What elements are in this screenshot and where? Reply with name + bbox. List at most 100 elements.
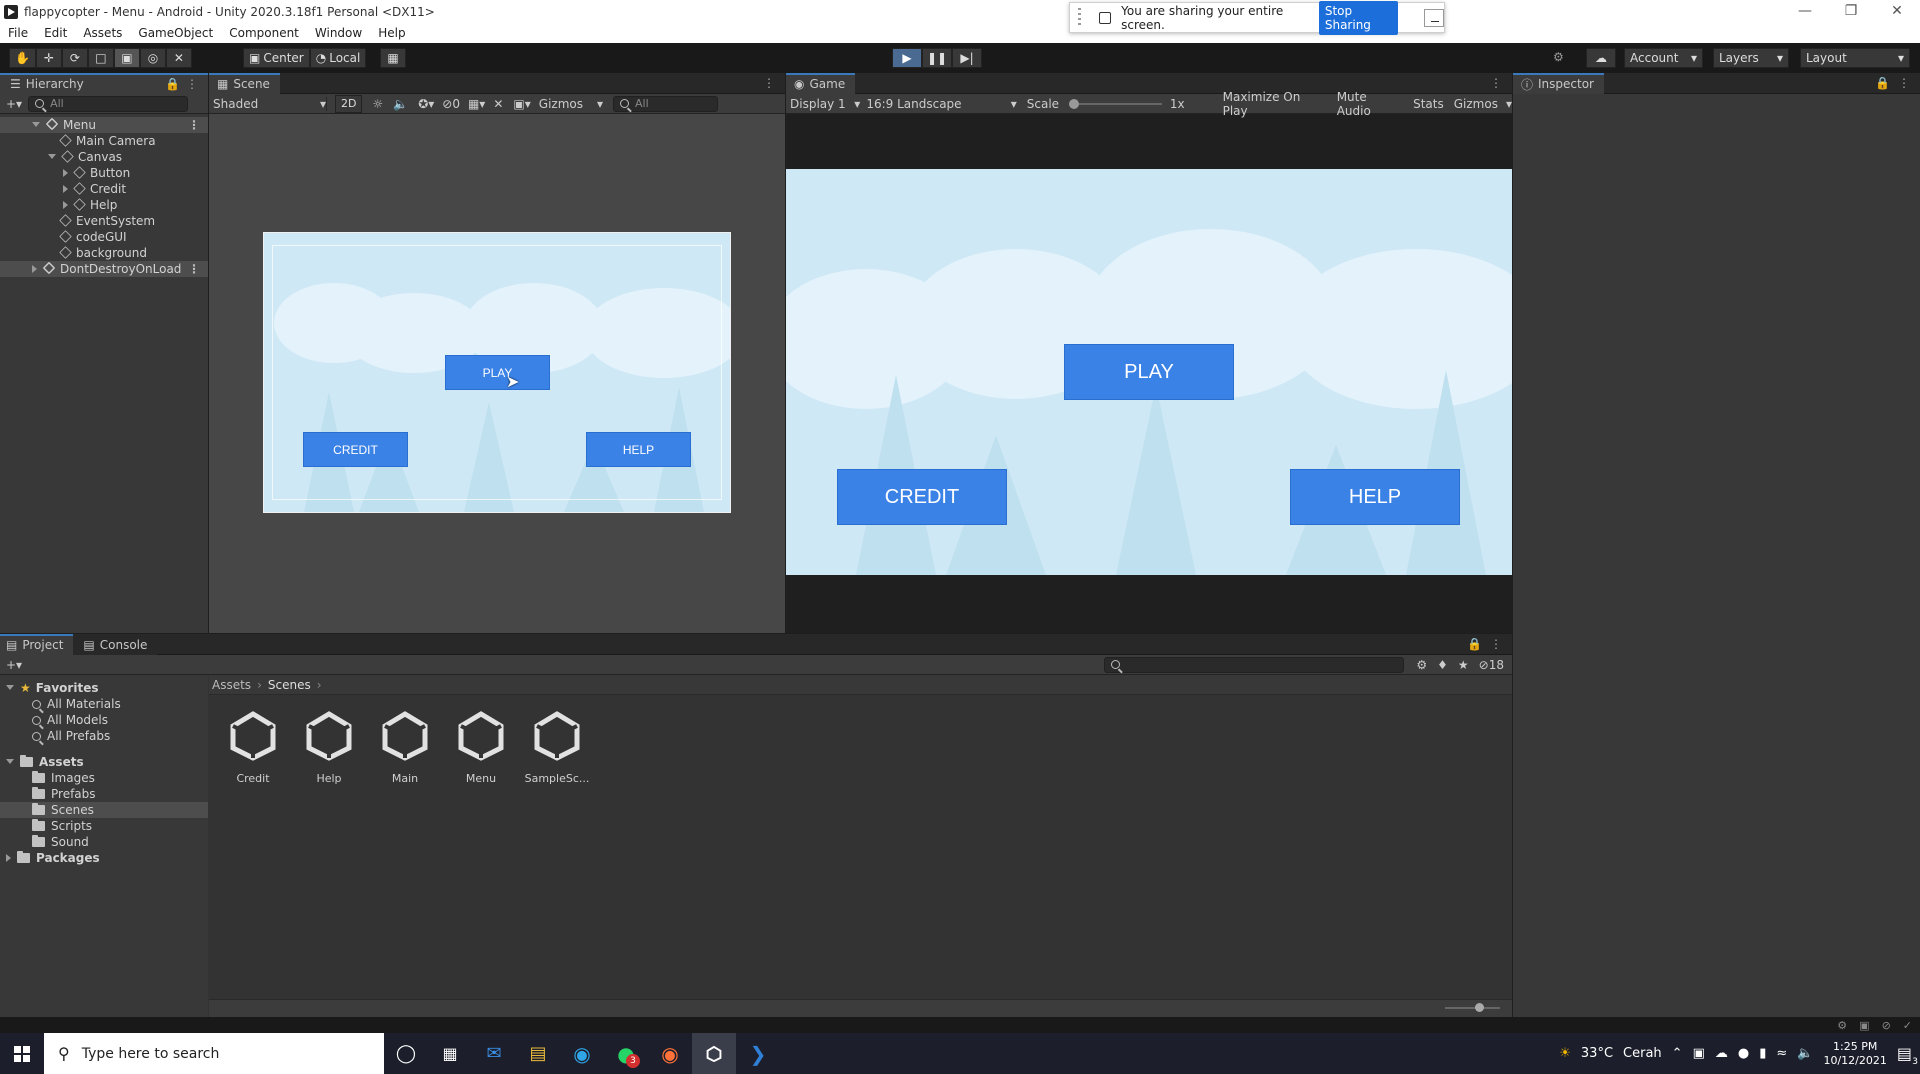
kebab-menu-icon[interactable]: ⋮ [1490, 637, 1502, 651]
assets-section[interactable]: Assets [0, 754, 208, 770]
asset-samplescene[interactable]: SampleSc... [519, 708, 595, 785]
menu-file[interactable]: File [0, 26, 36, 40]
kebab-menu-icon[interactable]: ⋮ [188, 261, 200, 277]
scale-tool-icon[interactable]: □ [87, 48, 114, 68]
minimize-icon[interactable]: — [1782, 0, 1828, 23]
expand-arrow-icon[interactable] [32, 265, 37, 273]
layers-dropdown[interactable]: Layers ▾ [1713, 48, 1789, 68]
scale-slider[interactable] [1069, 98, 1162, 109]
stats-toggle[interactable]: Stats [1413, 97, 1444, 111]
weather-text[interactable]: Cerah [1623, 1046, 1662, 1061]
chevron-up-icon[interactable]: ⌃ [1672, 1046, 1683, 1061]
grid-icon[interactable]: ▦▾ [468, 97, 485, 111]
tree-item-dontdestroyonload[interactable]: DontDestroyOnLoad ⋮ [0, 261, 208, 277]
favorite-all-materials[interactable]: All Materials [0, 696, 208, 712]
tree-item-help[interactable]: Help [0, 197, 208, 213]
file-explorer-icon[interactable]: ▤ [516, 1033, 560, 1074]
expand-arrow-icon[interactable] [6, 854, 11, 862]
tab-console[interactable]: ▤ Console [73, 633, 158, 655]
notifications-icon[interactable]: ▤ 3 [1897, 1044, 1918, 1067]
project-search-input[interactable] [1104, 656, 1405, 673]
tree-item-canvas[interactable]: Canvas [0, 149, 208, 165]
weather-icon[interactable]: ☀ [1559, 1046, 1571, 1061]
play-button[interactable]: ▶ [892, 48, 922, 68]
menu-window[interactable]: Window [307, 26, 370, 40]
volume-icon[interactable]: 🔈 [1797, 1046, 1813, 1061]
rect-tool-icon[interactable]: ▣ [113, 48, 140, 68]
maximize-on-play-toggle[interactable]: Maximize On Play [1223, 90, 1327, 118]
effects-icon[interactable]: ✪▾ [418, 97, 434, 111]
vscode-icon[interactable]: ❯ [736, 1033, 780, 1074]
hand-tool-icon[interactable]: ✋ [9, 48, 36, 68]
battery-icon[interactable]: ▮ [1759, 1046, 1766, 1061]
microphone-icon[interactable]: ● [1738, 1046, 1749, 1061]
label-icon[interactable]: ♦ [1437, 658, 1448, 672]
pivot-center-button[interactable]: ▣ Center [243, 48, 310, 68]
shading-mode-dropdown[interactable]: Shaded ▾ [209, 96, 327, 111]
kebab-menu-icon[interactable]: ⋮ [763, 76, 775, 90]
expand-arrow-icon[interactable] [63, 185, 68, 193]
tree-item-menu[interactable]: Menu ⋮ [0, 117, 208, 133]
mute-audio-toggle[interactable]: Mute Audio [1337, 90, 1403, 118]
game-credit-button[interactable]: CREDIT [837, 469, 1007, 525]
weather-temp[interactable]: 33°C [1581, 1046, 1613, 1061]
rotate-tool-icon[interactable]: ⟳ [61, 48, 88, 68]
menu-edit[interactable]: Edit [36, 26, 75, 40]
hide-share-bar-button[interactable] [1424, 8, 1444, 27]
restore-icon[interactable]: ❐ [1828, 0, 1874, 23]
lighting-icon[interactable]: ☼ [372, 97, 383, 111]
lock-icon[interactable]: 🔒 [165, 77, 180, 91]
pause-button[interactable]: ❚❚ [922, 48, 952, 68]
favorite-star-icon[interactable]: ★ [1458, 658, 1469, 672]
scene-credit-button[interactable]: CREDIT [303, 432, 408, 467]
favorite-all-models[interactable]: All Models [0, 712, 208, 728]
folder-scripts[interactable]: Scripts [0, 818, 208, 834]
tree-item-background[interactable]: background [0, 245, 208, 261]
pivot-space-button[interactable]: ◔ Local [309, 48, 367, 68]
packages-section[interactable]: Packages [0, 850, 208, 866]
lock-icon[interactable]: 🔒 [1875, 76, 1890, 90]
wifi-icon[interactable]: ≈ [1776, 1046, 1787, 1061]
camera-icon[interactable]: ▣▾ [513, 97, 530, 111]
lock-icon[interactable]: 🔒 [1467, 637, 1482, 651]
scene-canvas-preview[interactable]: PLAY CREDIT HELP ➤ [263, 232, 731, 513]
audio-icon[interactable]: 🔈 [393, 97, 408, 111]
step-button[interactable]: ▶| [952, 48, 982, 68]
clock[interactable]: 1:25 PM 10/12/2021 [1823, 1040, 1886, 1068]
firefox-icon[interactable]: ◉ [648, 1033, 692, 1074]
drag-handle[interactable] [1078, 7, 1081, 28]
breadcrumb-assets[interactable]: Assets [212, 678, 251, 692]
2d-toggle[interactable]: 2D [335, 94, 363, 113]
add-icon[interactable]: +▾ [6, 658, 22, 672]
tree-item-button[interactable]: Button [0, 165, 208, 181]
move-tool-icon[interactable]: ✛ [35, 48, 62, 68]
layout-dropdown[interactable]: Layout ▾ [1800, 48, 1910, 68]
device-icon[interactable]: ▣ [1693, 1046, 1705, 1061]
edge-icon[interactable]: ◉ [560, 1033, 604, 1074]
scene-search-input[interactable]: All [613, 95, 719, 112]
hidden-packages-icon[interactable]: ⊘ [1479, 658, 1489, 672]
collab-icon[interactable]: ⚙ [1553, 50, 1564, 64]
tree-item-eventsystem[interactable]: EventSystem [0, 213, 208, 229]
whatsapp-icon[interactable]: ● 3 [604, 1033, 648, 1074]
add-icon[interactable]: +▾ [6, 97, 22, 111]
folder-prefabs[interactable]: Prefabs [0, 786, 208, 802]
slider-thumb[interactable] [1069, 98, 1080, 109]
search-by-type-icon[interactable]: ⚙ [1416, 658, 1427, 672]
gizmos-dropdown[interactable]: Gizmos ▾ [539, 97, 603, 111]
expand-arrow-icon[interactable] [63, 169, 68, 177]
scene-help-button[interactable]: HELP [586, 432, 691, 467]
expand-arrow-icon[interactable] [48, 154, 56, 159]
tree-item-codegui[interactable]: codeGUI [0, 229, 208, 245]
hierarchy-search-input[interactable]: All [28, 95, 189, 112]
asset-credit-scene[interactable]: Credit [215, 708, 291, 785]
visibility-icon[interactable]: ⊘ [442, 97, 452, 111]
taskbar-search-box[interactable]: ⚲ Type here to search [44, 1033, 384, 1074]
onedrive-icon[interactable]: ☁ [1715, 1046, 1728, 1061]
favorites-section[interactable]: ★ Favorites [0, 680, 208, 696]
folder-sound[interactable]: Sound [0, 834, 208, 850]
tab-hierarchy[interactable]: ☰ Hierarchy 🔒 ⋮ [0, 72, 208, 94]
menu-component[interactable]: Component [221, 26, 307, 40]
windows-start-icon[interactable] [0, 1033, 44, 1074]
game-play-button[interactable]: PLAY [1064, 344, 1234, 400]
